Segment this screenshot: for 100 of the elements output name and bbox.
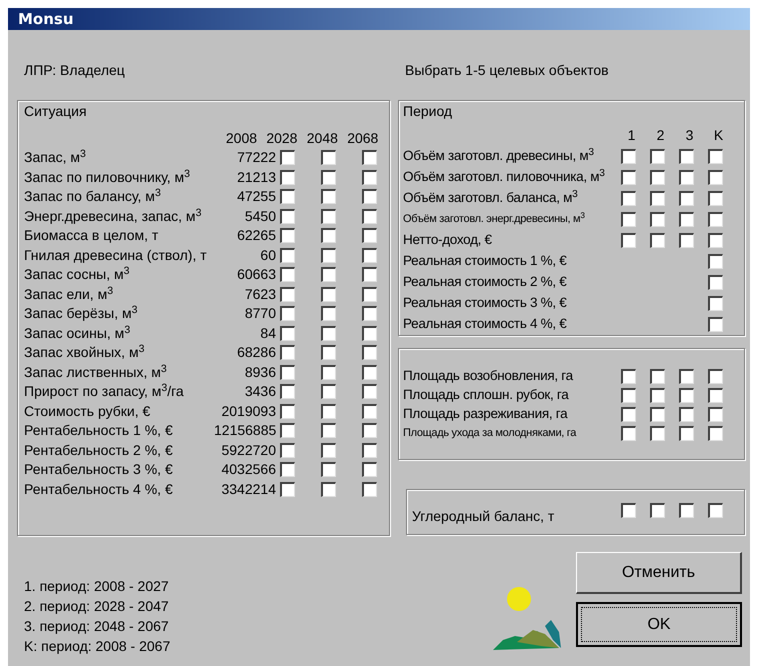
checkbox[interactable] bbox=[679, 407, 694, 422]
checkbox[interactable] bbox=[362, 189, 377, 204]
checkbox[interactable] bbox=[321, 462, 336, 478]
checkbox[interactable] bbox=[650, 212, 665, 227]
checkbox[interactable] bbox=[321, 267, 336, 282]
checkbox[interactable] bbox=[362, 404, 377, 419]
checkbox[interactable] bbox=[679, 426, 694, 441]
checkbox[interactable] bbox=[708, 212, 723, 227]
checkbox[interactable] bbox=[650, 426, 665, 441]
checkbox[interactable] bbox=[280, 364, 295, 380]
checkbox[interactable] bbox=[621, 149, 636, 164]
checkbox[interactable] bbox=[362, 442, 377, 458]
checkbox[interactable] bbox=[679, 502, 694, 518]
checkbox[interactable] bbox=[362, 384, 377, 400]
checkbox[interactable] bbox=[280, 462, 295, 478]
checkbox[interactable] bbox=[362, 228, 377, 244]
checkbox[interactable] bbox=[280, 150, 295, 166]
checkbox[interactable] bbox=[362, 248, 377, 263]
checkbox[interactable] bbox=[280, 248, 295, 263]
checkbox[interactable] bbox=[362, 423, 377, 438]
checkbox[interactable] bbox=[650, 191, 665, 206]
checkbox[interactable] bbox=[621, 191, 636, 206]
checkbox[interactable] bbox=[650, 170, 665, 185]
checkbox[interactable] bbox=[321, 306, 336, 322]
checkbox[interactable] bbox=[280, 286, 295, 302]
checkbox[interactable] bbox=[321, 423, 336, 438]
checkbox[interactable] bbox=[280, 208, 295, 224]
checkbox[interactable] bbox=[280, 384, 295, 400]
checkbox[interactable] bbox=[321, 384, 336, 400]
checkbox[interactable] bbox=[321, 228, 336, 244]
checkbox[interactable] bbox=[362, 306, 377, 322]
checkbox[interactable] bbox=[708, 254, 723, 269]
checkbox[interactable] bbox=[621, 388, 636, 403]
checkbox[interactable] bbox=[321, 189, 336, 204]
checkbox[interactable] bbox=[650, 233, 665, 248]
checkbox[interactable] bbox=[321, 364, 336, 380]
checkbox[interactable] bbox=[708, 296, 723, 311]
checkbox[interactable] bbox=[280, 306, 295, 322]
checkbox[interactable] bbox=[280, 423, 295, 438]
checkbox[interactable] bbox=[321, 442, 336, 458]
checkbox[interactable] bbox=[679, 212, 694, 227]
checkbox[interactable] bbox=[679, 388, 694, 403]
checkbox[interactable] bbox=[650, 407, 665, 422]
checkbox[interactable] bbox=[362, 482, 377, 497]
checkbox[interactable] bbox=[280, 326, 295, 341]
checkbox[interactable] bbox=[708, 149, 723, 164]
checkbox[interactable] bbox=[708, 426, 723, 441]
checkbox[interactable] bbox=[621, 426, 636, 441]
checkbox[interactable] bbox=[280, 404, 295, 419]
checkbox[interactable] bbox=[708, 407, 723, 422]
ok-button[interactable]: OK bbox=[576, 602, 742, 647]
checkbox[interactable] bbox=[708, 502, 723, 518]
checkbox[interactable] bbox=[621, 502, 636, 518]
checkbox[interactable] bbox=[321, 170, 336, 185]
checkbox[interactable] bbox=[321, 482, 336, 497]
checkbox[interactable] bbox=[362, 150, 377, 166]
checkbox[interactable] bbox=[362, 286, 377, 302]
checkbox[interactable] bbox=[280, 267, 295, 282]
checkbox[interactable] bbox=[280, 189, 295, 204]
checkbox[interactable] bbox=[708, 170, 723, 185]
checkbox[interactable] bbox=[621, 369, 636, 384]
checkbox[interactable] bbox=[650, 149, 665, 164]
checkbox[interactable] bbox=[321, 286, 336, 302]
checkbox[interactable] bbox=[362, 267, 377, 282]
checkbox[interactable] bbox=[621, 170, 636, 185]
checkbox[interactable] bbox=[321, 326, 336, 341]
checkbox[interactable] bbox=[362, 462, 377, 478]
checkbox[interactable] bbox=[708, 233, 723, 248]
checkbox[interactable] bbox=[650, 369, 665, 384]
checkbox[interactable] bbox=[321, 150, 336, 166]
checkbox[interactable] bbox=[280, 345, 295, 360]
checkbox[interactable] bbox=[679, 170, 694, 185]
checkbox[interactable] bbox=[321, 404, 336, 419]
checkbox[interactable] bbox=[679, 369, 694, 384]
checkbox[interactable] bbox=[321, 248, 336, 263]
checkbox[interactable] bbox=[280, 228, 295, 244]
checkbox[interactable] bbox=[362, 326, 377, 341]
checkbox[interactable] bbox=[621, 407, 636, 422]
checkbox[interactable] bbox=[650, 502, 665, 518]
checkbox[interactable] bbox=[362, 364, 377, 380]
checkbox[interactable] bbox=[321, 345, 336, 360]
checkbox[interactable] bbox=[321, 208, 336, 224]
checkbox[interactable] bbox=[280, 442, 295, 458]
checkbox[interactable] bbox=[362, 208, 377, 224]
checkbox[interactable] bbox=[650, 388, 665, 403]
checkbox[interactable] bbox=[280, 482, 295, 497]
checkbox[interactable] bbox=[708, 388, 723, 403]
checkbox[interactable] bbox=[708, 369, 723, 384]
checkbox[interactable] bbox=[679, 233, 694, 248]
checkbox[interactable] bbox=[708, 275, 723, 290]
checkbox[interactable] bbox=[679, 149, 694, 164]
checkbox[interactable] bbox=[362, 345, 377, 360]
checkbox[interactable] bbox=[280, 170, 295, 185]
checkbox[interactable] bbox=[621, 212, 636, 227]
checkbox[interactable] bbox=[708, 317, 723, 332]
cancel-button[interactable]: Отменить bbox=[576, 552, 742, 594]
checkbox[interactable] bbox=[362, 170, 377, 185]
checkbox[interactable] bbox=[708, 191, 723, 206]
checkbox[interactable] bbox=[621, 233, 636, 248]
checkbox[interactable] bbox=[679, 191, 694, 206]
